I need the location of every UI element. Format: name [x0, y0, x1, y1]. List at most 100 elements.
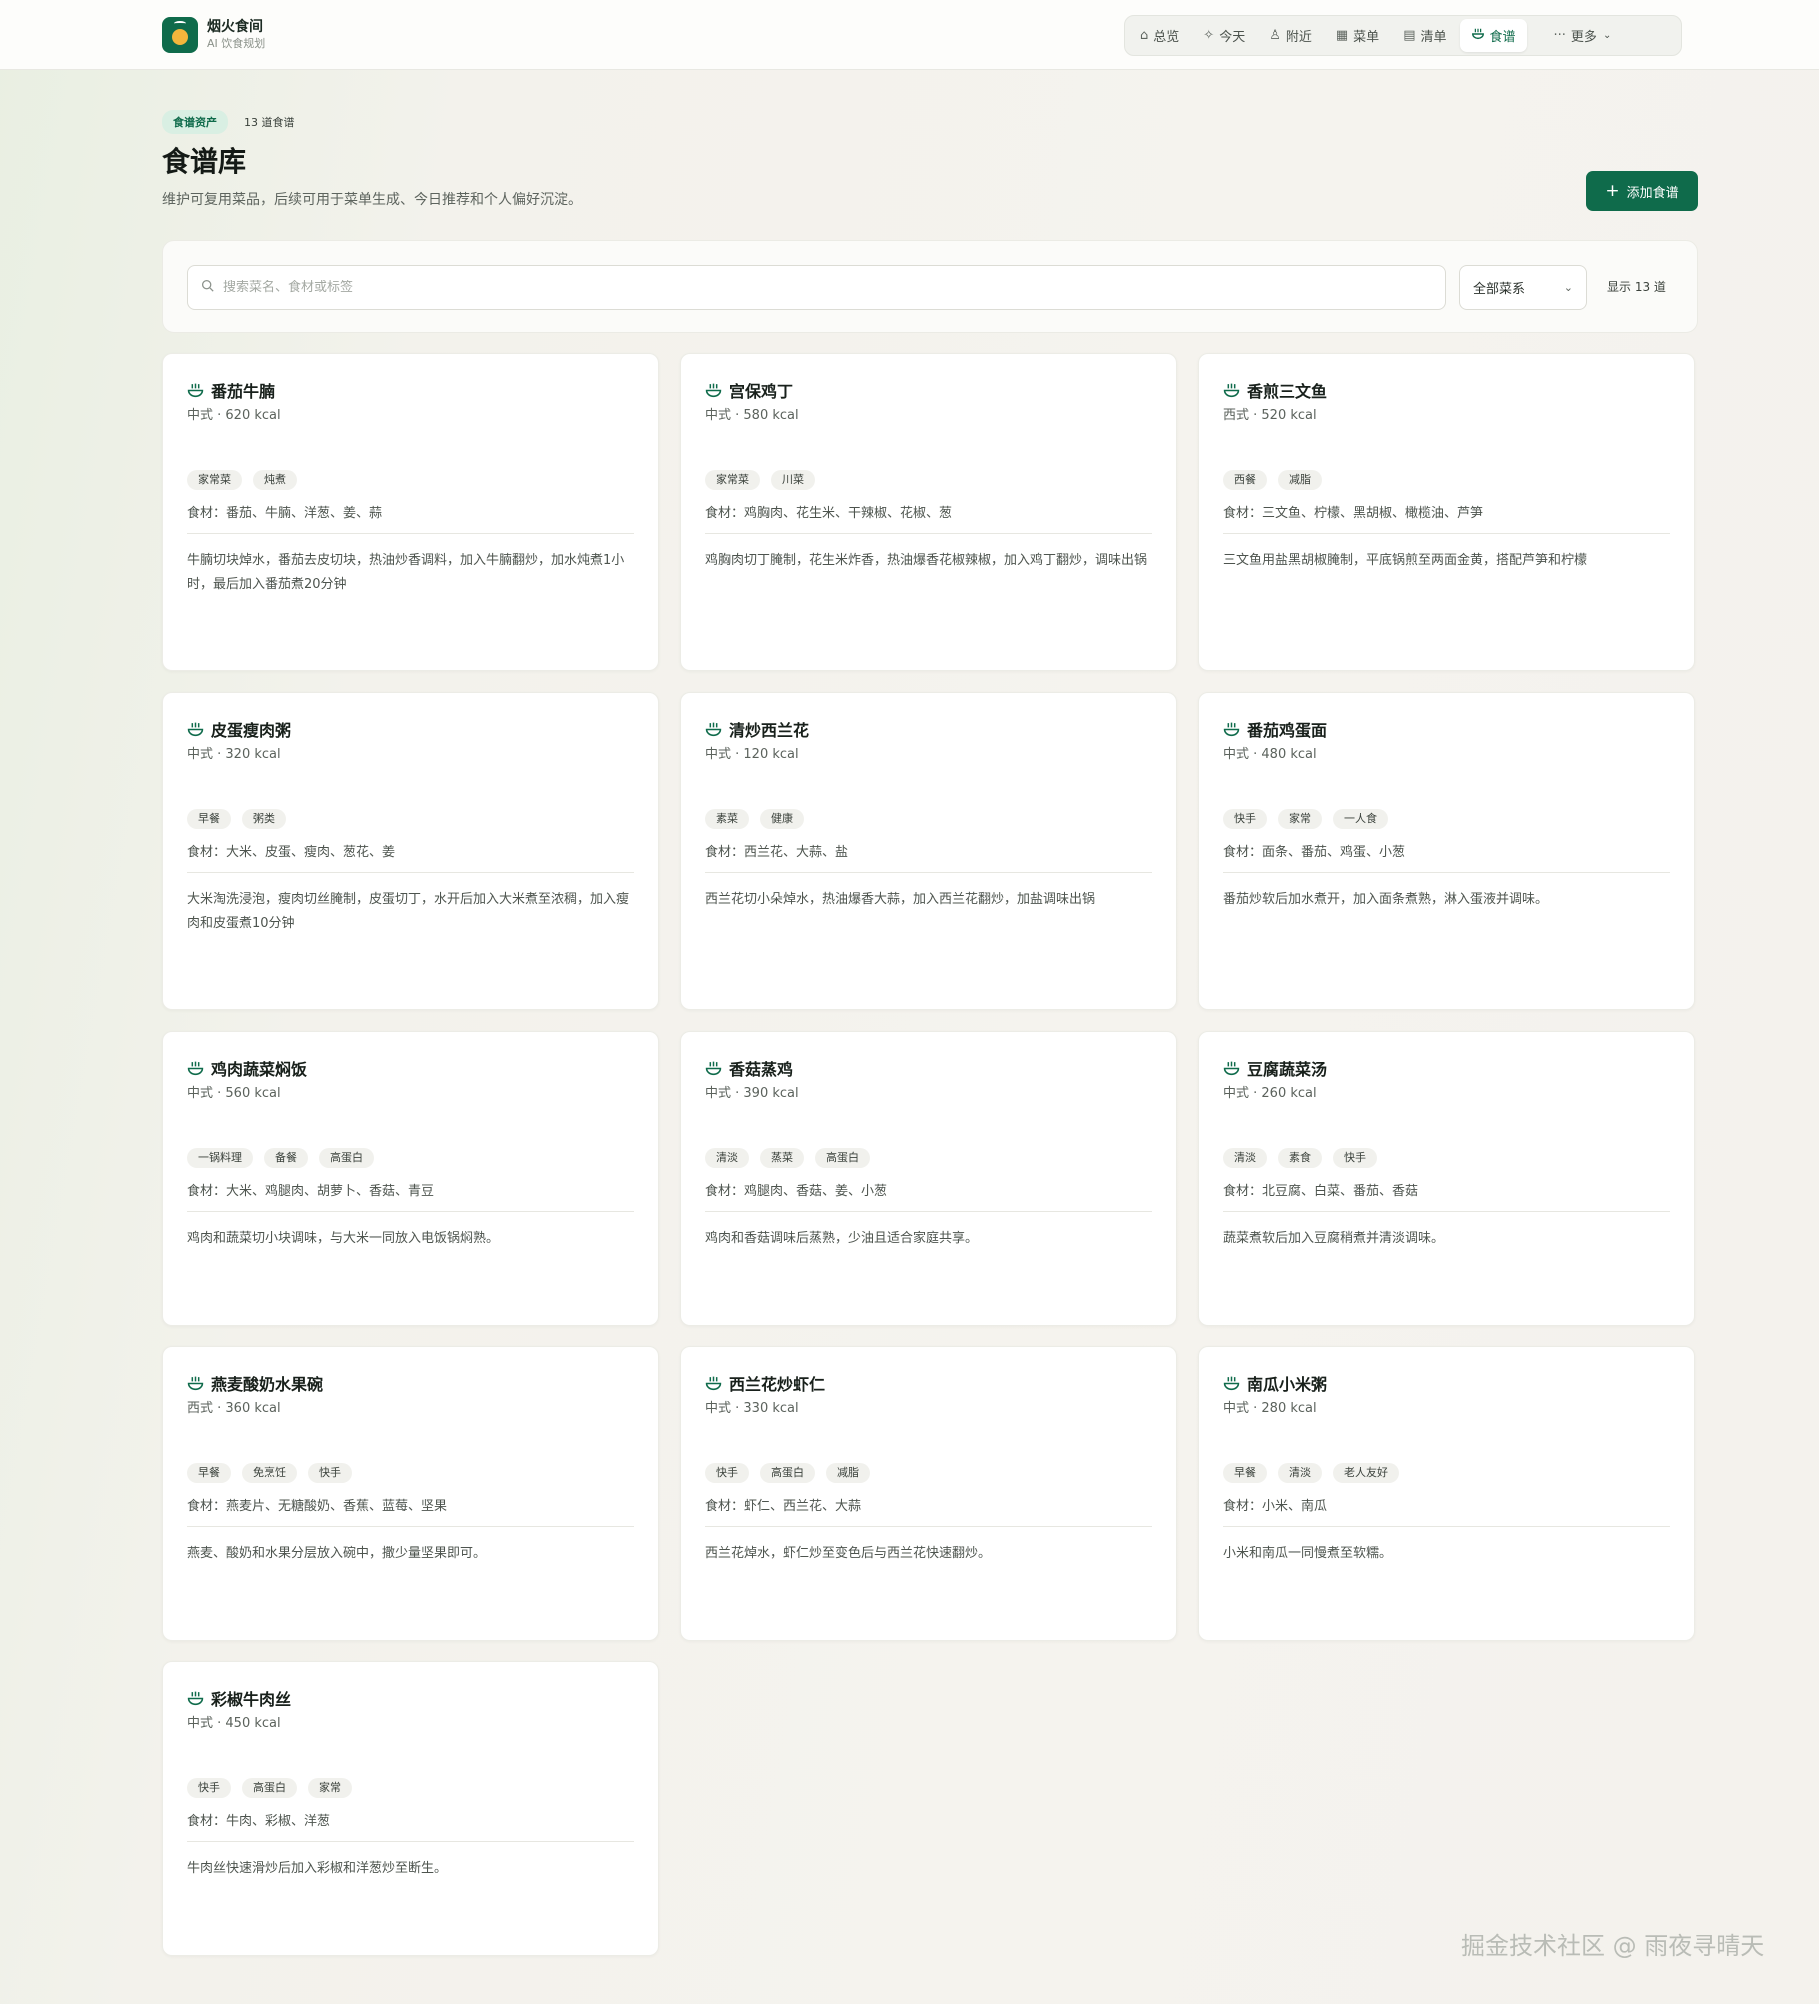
recipe-meta: 西式 · 360 kcal	[187, 1401, 281, 1416]
nav-item-label: 食谱	[1489, 30, 1516, 45]
recipe-card[interactable]: 皮蛋瘦肉粥 中式 · 320 kcal 早餐 粥类 食材：大米、皮蛋、瘦肉、葱花、…	[162, 692, 659, 1010]
search-box[interactable]	[187, 265, 1446, 310]
recipe-card[interactable]: 燕麦酸奶水果碗 西式 · 360 kcal 早餐 免烹饪 快手 食材：燕麦片、无糖酸…	[162, 1346, 659, 1641]
recipe-name: 豆腐蔬菜汤	[1247, 1060, 1328, 1079]
recipe-tag: 西餐	[1223, 470, 1267, 490]
brand[interactable]: 烟火食间 AI 饮食规划	[162, 17, 265, 53]
recipe-tag: 免烹饪	[242, 1463, 297, 1483]
recipe-tag: 家常菜	[705, 470, 760, 490]
bowl-icon	[187, 721, 204, 738]
recipe-tag: 家常菜	[187, 470, 242, 490]
recipe-tag: 川菜	[771, 470, 815, 490]
recipe-ingredients: 食材：北豆腐、白菜、番茄、香菇	[1223, 1184, 1419, 1199]
divider	[705, 1211, 1152, 1212]
nav-item-today[interactable]: ✧ 今天	[1192, 19, 1256, 52]
recipe-card[interactable]: 清炒西兰花 中式 · 120 kcal 素菜 健康 食材：西兰花、大蒜、盐 西兰花…	[680, 692, 1177, 1010]
watermark: 掘金技术社区 @ 雨夜寻晴天	[1461, 1932, 1765, 1960]
bowl-icon	[187, 1690, 204, 1707]
add-recipe-button[interactable]: + 添加食谱	[1586, 171, 1698, 211]
recipe-card[interactable]: 南瓜小米粥 中式 · 280 kcal 早餐 清淡 老人友好 食材：小米、南瓜 小米…	[1198, 1346, 1695, 1641]
search-input[interactable]	[223, 280, 1403, 295]
bowl-icon	[1223, 1375, 1240, 1392]
clipboard-icon: ▤	[1403, 28, 1416, 43]
divider	[1223, 1211, 1670, 1212]
recipe-card[interactable]: 彩椒牛肉丝 中式 · 450 kcal 快手 高蛋白 家常 食材：牛肉、彩椒、洋葱 …	[162, 1661, 659, 1956]
recipe-tag: 快手	[1333, 1148, 1377, 1168]
bowl-icon	[1223, 721, 1240, 738]
recipe-card[interactable]: 西兰花炒虾仁 中式 · 330 kcal 快手 高蛋白 减脂 食材：虾仁、西兰花、大…	[680, 1346, 1177, 1641]
recipe-ingredients: 食材：鸡胸肉、花生米、干辣椒、花椒、葱	[705, 506, 953, 521]
chevron-down-icon: ⌄	[1563, 281, 1573, 294]
recipe-card[interactable]: 宫保鸡丁 中式 · 580 kcal 家常菜 川菜 食材：鸡胸肉、花生米、干辣椒、…	[680, 353, 1177, 671]
recipe-tags: 西餐 减脂	[1223, 470, 1333, 490]
recipe-name: 燕麦酸奶水果碗	[211, 1375, 324, 1394]
recipe-steps: 三文鱼用盐黑胡椒腌制，平底锅煎至两面金黄，搭配芦笋和柠檬	[1223, 553, 1588, 568]
recipe-tag: 素食	[1278, 1148, 1322, 1168]
filter-panel: 全部菜系 ⌄ 显示 13 道	[162, 240, 1698, 333]
recipe-tag: 家常	[308, 1778, 352, 1798]
recipe-steps: 鸡肉和香菇调味后蒸熟，少油且适合家庭共享。	[705, 1231, 979, 1246]
recipe-tags: 早餐 粥类	[187, 809, 297, 829]
recipe-steps: 番茄炒软后加水煮开，加入面条煮熟，淋入蛋液并调味。	[1223, 892, 1549, 907]
recipe-name: 宫保鸡丁	[729, 382, 794, 401]
recipe-name: 鸡肉蔬菜焖饭	[211, 1060, 308, 1079]
nav-item-nearby[interactable]: ♙ 附近	[1258, 19, 1323, 52]
bowl-icon	[705, 382, 722, 399]
recipe-title: 宫保鸡丁	[705, 378, 793, 402]
nav-more-button[interactable]: ··· 更多 ⌄	[1543, 19, 1623, 52]
recipe-title: 鸡肉蔬菜焖饭	[187, 1056, 307, 1080]
recipe-card[interactable]: 香煎三文鱼 西式 · 520 kcal 西餐 减脂 食材：三文鱼、柠檬、黑胡椒、橄…	[1198, 353, 1695, 671]
recipe-ingredients: 食材：西兰花、大蒜、盐	[705, 845, 849, 860]
recipe-name: 彩椒牛肉丝	[211, 1690, 292, 1709]
recipe-card[interactable]: 香菇蒸鸡 中式 · 390 kcal 清淡 蒸菜 高蛋白 食材：鸡腿肉、香菇、姜、小…	[680, 1031, 1177, 1326]
recipe-tag: 蒸菜	[760, 1148, 804, 1168]
nav-item-menu[interactable]: ▦ 菜单	[1325, 19, 1390, 52]
page-description: 维护可复用菜品，后续可用于菜单生成、今日推荐和个人偏好沉淀。	[162, 192, 582, 208]
recipe-tags: 素菜 健康	[705, 809, 815, 829]
recipe-meta: 中式 · 260 kcal	[1223, 1086, 1317, 1101]
recipe-card[interactable]: 番茄鸡蛋面 中式 · 480 kcal 快手 家常 一人食 食材：面条、番茄、鸡蛋、…	[1198, 692, 1695, 1010]
brand-name: 烟火食间	[207, 19, 263, 35]
recipe-meta: 中式 · 330 kcal	[705, 1401, 799, 1416]
recipe-name: 香煎三文鱼	[1247, 382, 1328, 401]
recipe-tag: 老人友好	[1333, 1463, 1399, 1483]
divider	[1223, 872, 1670, 873]
recipe-tags: 快手 高蛋白 减脂	[705, 1463, 881, 1483]
recipe-steps: 牛肉丝快速滑炒后加入彩椒和洋葱炒至断生。	[187, 1861, 448, 1876]
recipe-card[interactable]: 鸡肉蔬菜焖饭 中式 · 560 kcal 一锅料理 备餐 高蛋白 食材：大米、鸡腿肉…	[162, 1031, 659, 1326]
recipe-ingredients: 食材：三文鱼、柠檬、黑胡椒、橄榄油、芦笋	[1223, 506, 1484, 521]
recipe-ingredients: 食材：牛肉、彩椒、洋葱	[187, 1814, 331, 1829]
divider	[187, 1841, 634, 1842]
recipe-steps: 蔬菜煮软后加入豆腐稍煮并清淡调味。	[1223, 1231, 1445, 1246]
recipe-title: 彩椒牛肉丝	[187, 1686, 291, 1710]
recipe-ingredients: 食材：鸡腿肉、香菇、姜、小葱	[705, 1184, 888, 1199]
divider	[705, 872, 1152, 873]
recipe-meta: 西式 · 520 kcal	[1223, 408, 1317, 423]
recipe-ingredients: 食材：大米、皮蛋、瘦肉、葱花、姜	[187, 845, 396, 860]
cuisine-select[interactable]: 全部菜系 ⌄	[1459, 265, 1587, 310]
divider	[187, 1211, 634, 1212]
bowl-icon	[187, 382, 204, 399]
recipe-name: 清炒西兰花	[729, 721, 810, 740]
recipe-title: 香煎三文鱼	[1223, 378, 1327, 402]
recipe-card[interactable]: 豆腐蔬菜汤 中式 · 260 kcal 清淡 素食 快手 食材：北豆腐、白菜、番茄、…	[1198, 1031, 1695, 1326]
recipe-meta: 中式 · 560 kcal	[187, 1086, 281, 1101]
nav-more-label: 更多	[1570, 30, 1597, 45]
nav-item-recipes[interactable]: 食谱	[1459, 19, 1527, 52]
recipe-count: 13 道食谱	[244, 116, 295, 129]
recipe-steps: 小米和南瓜一同慢煮至软糯。	[1223, 1546, 1393, 1561]
nav-item-overview[interactable]: ⌂ 总览	[1129, 19, 1190, 52]
nav-item-checklist[interactable]: ▤ 清单	[1392, 19, 1457, 52]
recipe-card[interactable]: 番茄牛腩 中式 · 620 kcal 家常菜 炖煮 食材：番茄、牛腩、洋葱、姜、蒜…	[162, 353, 659, 671]
recipe-title: 西兰花炒虾仁	[705, 1371, 825, 1395]
recipe-tag: 家常	[1278, 809, 1322, 829]
recipe-tag: 快手	[705, 1463, 749, 1483]
recipe-tag: 快手	[1223, 809, 1267, 829]
divider	[1223, 533, 1670, 534]
recipe-title: 香菇蒸鸡	[705, 1056, 793, 1080]
recipe-name: 番茄鸡蛋面	[1247, 721, 1328, 740]
bowl-icon	[1223, 1060, 1240, 1077]
recipe-tag: 减脂	[826, 1463, 870, 1483]
recipe-steps: 大米淘洗浸泡，瘦肉切丝腌制，皮蛋切丁，水开后加入大米煮至浓稠，加入瘦肉和皮蛋煮1…	[187, 892, 630, 931]
recipe-ingredients: 食材：面条、番茄、鸡蛋、小葱	[1223, 845, 1406, 860]
